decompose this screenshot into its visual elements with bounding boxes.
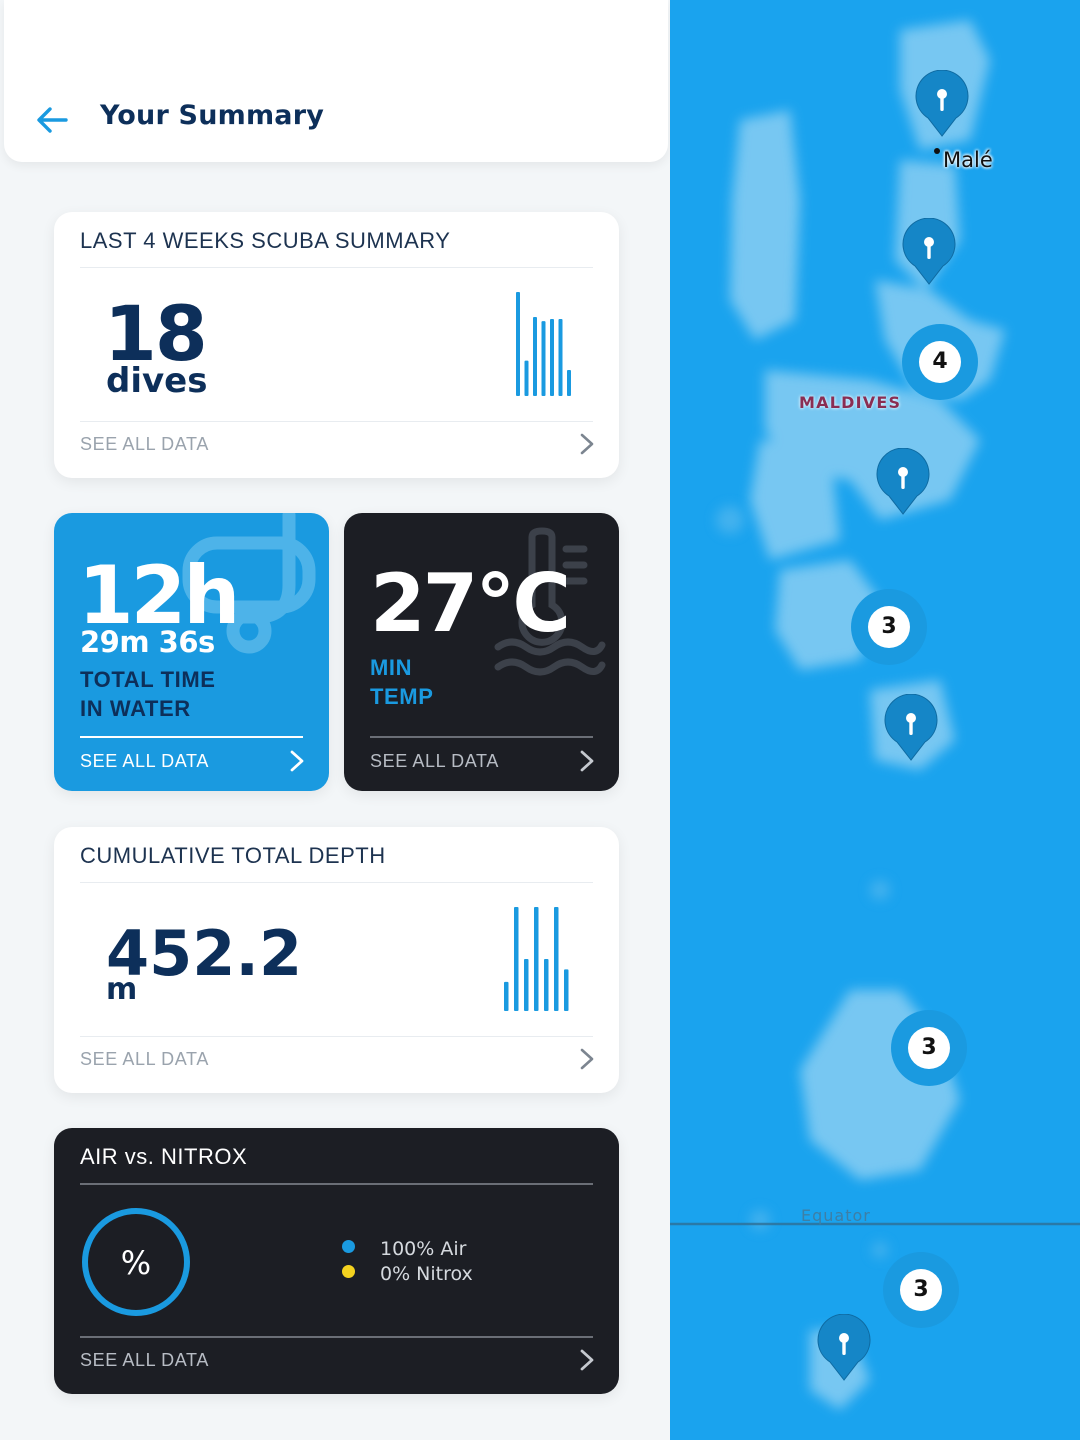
gas-mix-donut: % <box>82 1208 190 1316</box>
mini-bar <box>564 969 569 1011</box>
legend-air: 100% Air <box>342 1238 466 1260</box>
total-time-label-line1: TOTAL TIME <box>80 667 216 692</box>
divider <box>80 1036 593 1037</box>
mini-bar <box>567 370 571 396</box>
divider <box>80 736 303 738</box>
min-temp-label-line2: TEMP <box>370 684 434 709</box>
chevron-right-icon[interactable] <box>579 750 595 772</box>
male-city-dot <box>934 148 940 154</box>
chevron-right-icon[interactable] <box>579 433 595 455</box>
mini-bar <box>524 959 529 1011</box>
card-heading: CUMULATIVE TOTAL DEPTH <box>80 843 386 868</box>
mini-bar <box>544 959 549 1011</box>
cluster-count: 4 <box>919 341 961 383</box>
chevron-right-icon[interactable] <box>579 1048 595 1070</box>
nitrox-dot <box>342 1265 355 1278</box>
page-title: Your Summary <box>100 100 325 131</box>
cluster-count: 3 <box>900 1269 942 1311</box>
legend-nitrox-label: 0% Nitrox <box>380 1263 473 1285</box>
maldives-country-label: MALDIVES <box>799 393 902 412</box>
cumulative-depth-card[interactable]: CUMULATIVE TOTAL DEPTH 452.2 m SEE ALL D… <box>54 827 619 1093</box>
total-time-label-line2: IN WATER <box>80 696 191 721</box>
dive-site-pin[interactable] <box>914 70 970 140</box>
dive-site-pin[interactable] <box>816 1314 872 1384</box>
divider <box>80 421 593 422</box>
depth-unit: m <box>106 972 138 1007</box>
dive-site-pin[interactable] <box>883 694 939 764</box>
dive-cluster-marker[interactable]: 3 <box>851 589 927 665</box>
min-temp-label-line1: MIN <box>370 655 413 680</box>
see-all-data-link[interactable]: SEE ALL DATA <box>80 1049 209 1070</box>
top-app-bar: Your Summary <box>4 0 668 162</box>
dive-cluster-marker[interactable]: 4 <box>902 324 978 400</box>
male-city-label: Malé <box>943 148 993 172</box>
see-all-data-link[interactable]: SEE ALL DATA <box>80 751 209 772</box>
dive-site-pin[interactable] <box>875 448 931 518</box>
divider <box>80 1183 593 1185</box>
mini-bar <box>504 981 509 1011</box>
air-dot <box>342 1240 355 1253</box>
mini-bar <box>533 316 537 396</box>
dive-site-pin[interactable] <box>901 218 957 288</box>
see-all-data-link[interactable]: SEE ALL DATA <box>370 751 499 772</box>
total-time-minutes-seconds: 29m 36s <box>80 625 215 659</box>
divider <box>370 736 593 738</box>
min-temp-card[interactable]: 27°C MIN TEMP SEE ALL DATA <box>344 513 619 791</box>
chevron-right-icon[interactable] <box>579 1349 595 1371</box>
legend-nitrox: 0% Nitrox <box>342 1263 473 1285</box>
mini-bar <box>541 321 546 396</box>
equator-label: Equator <box>801 1206 871 1225</box>
cluster-count: 3 <box>908 1027 950 1069</box>
depth-mini-chart <box>504 907 569 1011</box>
chevron-right-icon[interactable] <box>289 750 305 772</box>
mini-bar <box>554 907 559 1011</box>
card-heading: AIR vs. NITROX <box>80 1144 248 1169</box>
donut-symbol: % <box>121 1244 151 1282</box>
mini-bar <box>534 907 539 1011</box>
map-islands <box>670 20 1080 1410</box>
dives-summary-card[interactable]: LAST 4 WEEKS SCUBA SUMMARY 18 dives SEE … <box>54 212 619 478</box>
mini-bar <box>514 907 519 1011</box>
mini-bar <box>550 319 554 396</box>
mini-bar <box>516 292 520 396</box>
summary-panel: Your Summary LAST 4 WEEKS SCUBA SUMMARY … <box>0 0 670 1440</box>
divider <box>80 882 593 883</box>
divider <box>80 267 593 268</box>
time-in-water-card[interactable]: 12h 29m 36s TOTAL TIME IN WATER SEE ALL … <box>54 513 329 791</box>
see-all-data-link[interactable]: SEE ALL DATA <box>80 434 209 455</box>
cluster-count: 3 <box>868 606 910 648</box>
dives-mini-chart <box>516 292 571 396</box>
dive-cluster-marker[interactable]: 3 <box>883 1252 959 1328</box>
see-all-data-link[interactable]: SEE ALL DATA <box>80 1350 209 1371</box>
back-arrow-icon[interactable] <box>32 100 72 140</box>
mini-bar <box>558 319 563 396</box>
dive-cluster-marker[interactable]: 3 <box>891 1010 967 1086</box>
dives-unit: dives <box>106 361 208 401</box>
divider <box>80 1336 593 1338</box>
legend-air-label: 100% Air <box>380 1238 467 1260</box>
air-vs-nitrox-card[interactable]: AIR vs. NITROX % 100% Air 0% Nitrox SEE … <box>54 1128 619 1394</box>
min-temp-value: 27°C <box>370 557 571 650</box>
mini-bar <box>524 360 529 396</box>
card-heading: LAST 4 WEEKS SCUBA SUMMARY <box>80 228 451 253</box>
dive-sites-map[interactable]: Malé MALDIVES Equator 4 3 3 3 <box>670 0 1080 1440</box>
